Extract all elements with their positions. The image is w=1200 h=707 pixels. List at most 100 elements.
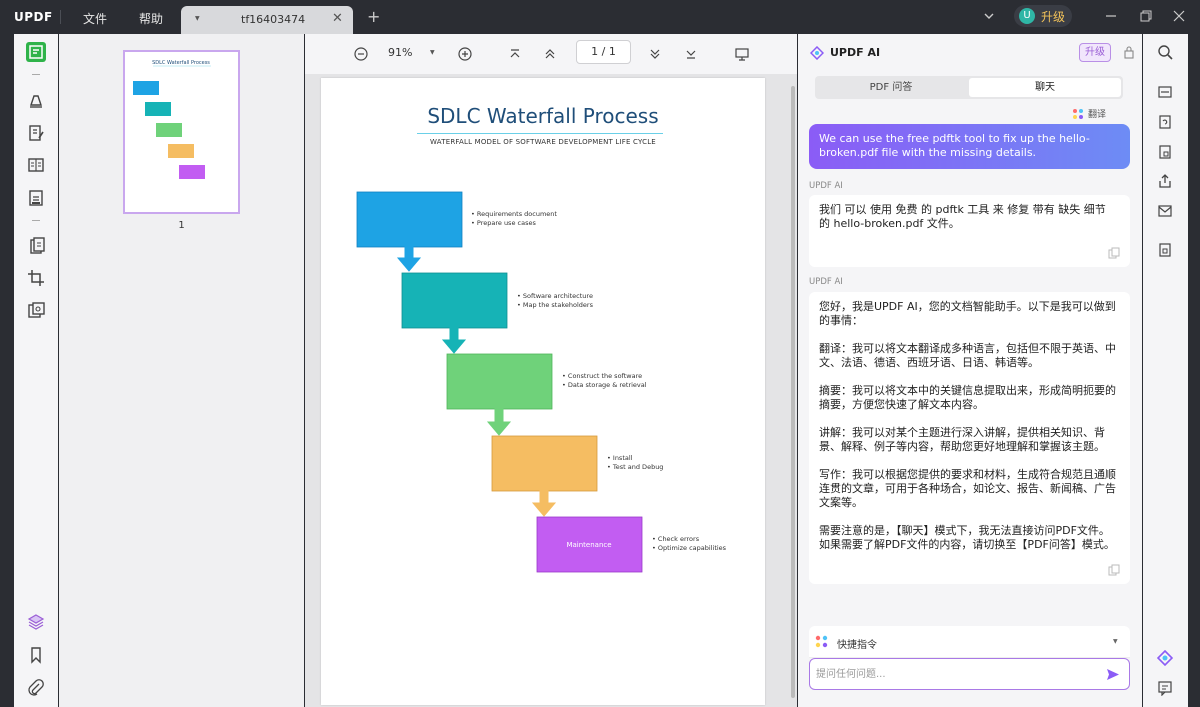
layers-icon[interactable] [26, 612, 46, 632]
menu-help[interactable]: 帮助 [139, 10, 163, 27]
bullet-text: • Prepare use cases [471, 219, 536, 227]
document-toolbar: 91% ▼ 1 / 1 [305, 34, 797, 74]
vertical-scrollbar[interactable] [791, 86, 795, 698]
step-box-design [401, 272, 508, 329]
step-bullets: • Requirements document • Prepare use ca… [471, 210, 557, 228]
pdf-page: SDLC Waterfall Process WATERFALL MODEL O… [321, 78, 765, 705]
step-label-maintenance: Maintenance [566, 541, 611, 549]
left-toolbar [14, 34, 58, 707]
bullet-text: • Install [607, 454, 633, 462]
bullet-text: • Software architecture [517, 292, 593, 300]
bullet-text: • Data storage & retrieval [562, 381, 647, 389]
organize-tool-icon[interactable] [26, 155, 46, 175]
next-page-icon[interactable] [647, 46, 663, 62]
email-icon[interactable] [1157, 203, 1173, 219]
ocr-icon[interactable] [1157, 84, 1173, 100]
ai-upgrade-button[interactable]: 升级 [1079, 43, 1111, 62]
translate-button[interactable]: 翻译 [1088, 107, 1106, 120]
ai-response-card: 您好，我是UPDF AI，您的文档智能助手。以下是我可以做到的事情： 翻译：我可… [809, 292, 1130, 584]
document-tab[interactable]: ▼ tf16403474 ✕ [181, 6, 353, 34]
ai-response-text: 需要注意的是，【聊天】模式下，我无法直接访问PDF文件。如果需要了解PDF文件的… [819, 524, 1115, 551]
step-box-development [446, 353, 553, 410]
zoom-out-icon[interactable] [353, 46, 369, 62]
ai-question-box [809, 658, 1130, 690]
protect-tool-icon[interactable] [26, 300, 46, 320]
copy-icon[interactable] [1108, 247, 1120, 259]
step-bullets: • Software architecture • Map the stakeh… [517, 292, 593, 310]
previous-page-icon[interactable] [542, 46, 558, 62]
save-icon[interactable] [1157, 242, 1173, 258]
ai-panel-title: UPDF AI [830, 46, 881, 59]
tab-chat[interactable]: 聊天 [969, 78, 1121, 97]
tab-close-icon[interactable]: ✕ [332, 11, 343, 26]
tab-label: tf16403474 [241, 13, 306, 26]
flow-arrow [486, 408, 512, 436]
share-icon[interactable] [1157, 173, 1173, 189]
comments-panel-icon[interactable] [1157, 680, 1173, 696]
updf-ai-logo-icon [810, 46, 824, 60]
form-tool-icon[interactable] [26, 188, 46, 208]
window-edge [1188, 34, 1200, 707]
thumbnail-preview: SDLC Waterfall Process [133, 60, 211, 179]
ai-response-text: 摘要：我可以将文本中的关键信息提取出来，形成简明扼要的摘要，方便您快速了解文本内… [819, 384, 1116, 411]
ai-panel: UPDF AI 升级 PDF 问答 聊天 翻译 We can use the f… [798, 34, 1142, 707]
bullet-text: • Test and Debug [607, 463, 664, 471]
updf-ai-icon[interactable] [1157, 650, 1173, 666]
send-icon[interactable] [1106, 668, 1120, 681]
thumbnail-page-number: 1 [178, 220, 185, 231]
minimize-icon[interactable] [1104, 9, 1118, 23]
upgrade-label: 升级 [1041, 10, 1066, 24]
app-logo: UPDF [14, 10, 53, 24]
step-bullets: • Construct the software • Data storage … [562, 372, 647, 390]
upgrade-button[interactable]: U 升级 [1014, 5, 1072, 27]
user-message: We can use the free pdftk tool to fix up… [809, 124, 1130, 169]
bookmark-icon[interactable] [26, 645, 46, 665]
restore-icon[interactable] [1139, 9, 1153, 23]
edit-tool-icon[interactable] [26, 123, 46, 143]
step-box-testing [491, 435, 598, 492]
quick-commands-dropdown[interactable]: 快捷指令 ▼ [809, 626, 1130, 658]
last-page-icon[interactable] [683, 46, 699, 62]
new-tab-icon[interactable]: + [367, 7, 380, 26]
convert-icon[interactable] [1157, 114, 1173, 130]
bullet-text: • Map the stakeholders [517, 301, 593, 309]
lock-icon[interactable] [1123, 45, 1135, 59]
page-tools-icon[interactable] [26, 236, 46, 256]
compress-icon[interactable] [1157, 144, 1173, 160]
toolbar-divider [32, 220, 40, 221]
ai-response-card: 我们 可以 使用 免费 的 pdftk 工具 来 修复 带有 缺失 细节 的 h… [809, 195, 1130, 267]
ai-response-label: UPDF AI [809, 277, 843, 287]
tab-pdf-qa[interactable]: PDF 问答 [815, 76, 967, 99]
step-bullets: • Install • Test and Debug [607, 454, 663, 472]
bullet-text: • Check errors [652, 535, 700, 543]
title-divider [60, 10, 61, 24]
close-window-icon[interactable] [1172, 9, 1186, 23]
thumbnail-title: SDLC Waterfall Process [152, 60, 210, 66]
attachment-icon[interactable] [26, 678, 46, 698]
flow-arrow [441, 327, 467, 354]
presentation-icon[interactable] [734, 46, 750, 62]
first-page-icon[interactable] [507, 46, 523, 62]
bullet-text: • Optimize capabilities [652, 544, 727, 552]
zoom-in-icon[interactable] [457, 46, 473, 62]
ai-response-text: 您好，我是UPDF AI，您的文档智能助手。以下是我可以做到的事情： [819, 300, 1116, 327]
crop-tool-icon[interactable] [26, 268, 46, 288]
ai-response-text: 我们 可以 使用 免费 的 pdftk 工具 来 修复 带有 缺失 细节 的 h… [819, 203, 1106, 230]
page-thumbnail[interactable]: SDLC Waterfall Process [123, 50, 240, 214]
toolbar-divider [32, 74, 40, 75]
search-icon[interactable] [1157, 44, 1173, 60]
ai-question-input[interactable] [816, 665, 1096, 683]
right-toolbar [1143, 34, 1188, 707]
translate-icon[interactable] [1072, 108, 1084, 120]
step-bullets: • Check errors • Optimize capabilities [652, 535, 726, 553]
zoom-dropdown-icon[interactable]: ▼ [430, 49, 435, 56]
zoom-level[interactable]: 91% [388, 46, 412, 59]
page-indicator[interactable]: 1 / 1 [576, 40, 631, 64]
chevron-down-icon[interactable] [982, 9, 996, 23]
tab-dropdown-icon[interactable]: ▼ [195, 15, 200, 22]
reader-mode-icon[interactable] [26, 42, 46, 62]
comment-tool-icon[interactable] [26, 90, 46, 110]
bullet-text: • Construct the software [562, 372, 643, 380]
menu-file[interactable]: 文件 [83, 10, 107, 27]
copy-icon[interactable] [1108, 564, 1120, 576]
